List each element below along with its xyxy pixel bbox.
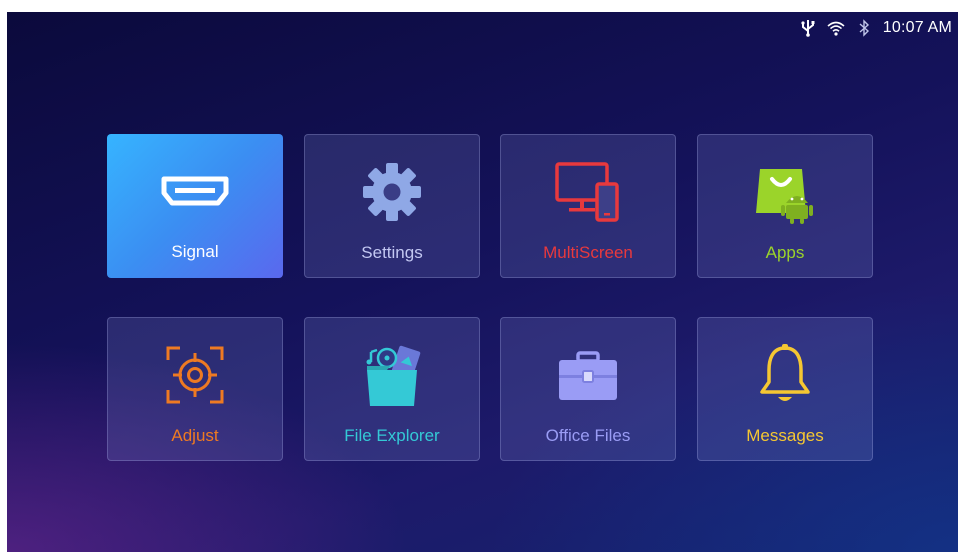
tile-label: Messages <box>746 426 824 445</box>
tile-messages[interactable]: Messages <box>697 317 873 461</box>
tile-label: Settings <box>361 243 423 262</box>
bell-icon <box>750 340 820 410</box>
folder-media-icon <box>357 340 427 410</box>
wifi-icon <box>827 19 845 37</box>
briefcase-icon <box>553 340 623 410</box>
tile-label: Office Files <box>545 426 631 445</box>
tile-apps[interactable]: Apps <box>697 134 873 278</box>
tile-office-files[interactable]: Office Files <box>500 317 676 461</box>
hdmi-icon <box>160 156 230 226</box>
tile-label: Adjust <box>171 426 219 445</box>
home-screen: 10:07 AM Signal Settings MultiScreen App… <box>7 12 958 552</box>
android-store-icon <box>750 157 820 227</box>
crosshair-icon <box>160 340 230 410</box>
status-bar: 10:07 AM <box>799 16 952 40</box>
tile-label: Apps <box>765 243 805 262</box>
tile-label: Signal <box>171 242 219 261</box>
tile-adjust[interactable]: Adjust <box>107 317 283 461</box>
tile-label: MultiScreen <box>543 243 633 262</box>
bluetooth-icon <box>855 19 873 37</box>
multiscreen-icon <box>553 157 623 227</box>
clock-time: 10:07 AM <box>882 19 952 36</box>
tile-multiscreen[interactable]: MultiScreen <box>500 134 676 278</box>
tile-label: File Explorer <box>344 426 440 445</box>
tile-settings[interactable]: Settings <box>304 134 480 278</box>
tile-signal[interactable]: Signal <box>107 134 283 278</box>
gear-icon <box>357 157 427 227</box>
usb-icon <box>799 19 817 37</box>
tile-file-explorer[interactable]: File Explorer <box>304 317 480 461</box>
